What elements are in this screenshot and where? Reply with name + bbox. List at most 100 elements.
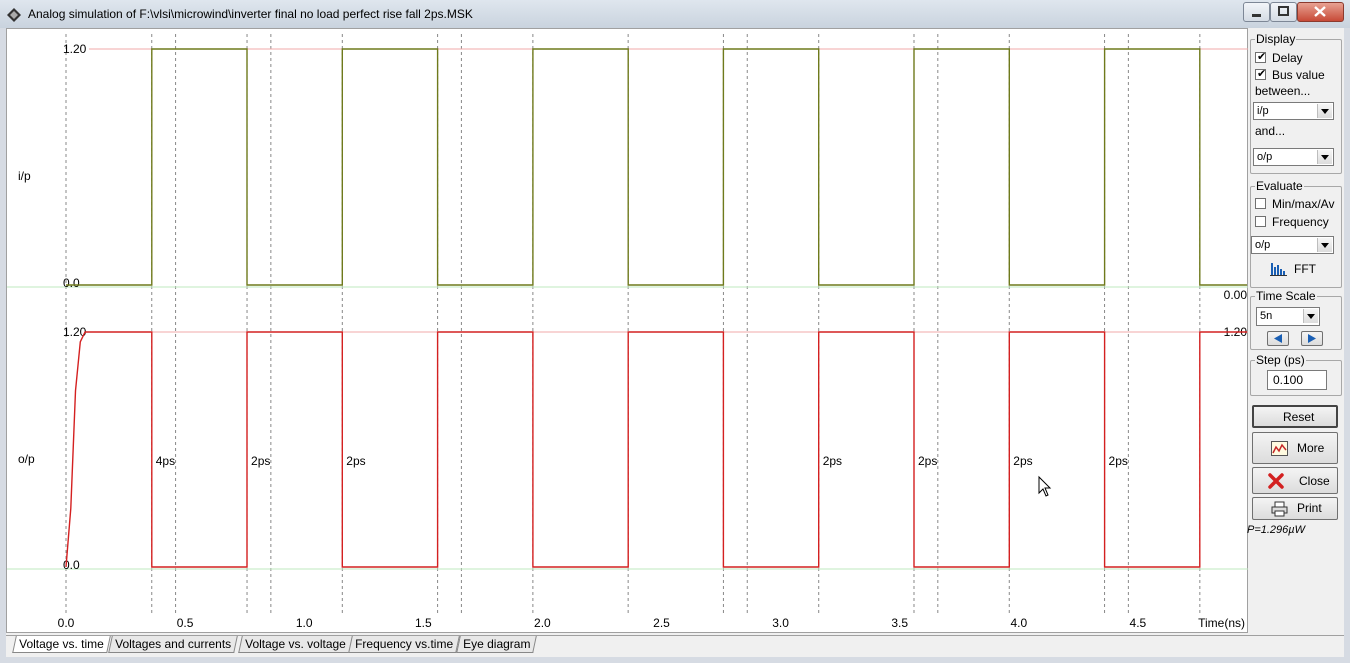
delay-annotation: 4ps	[156, 454, 175, 468]
x-tick-label: 4.0	[1010, 616, 1027, 630]
mouse-cursor-icon	[1038, 475, 1052, 497]
frequency-label: Frequency	[1272, 215, 1329, 229]
delay-annotation: 2ps	[823, 454, 842, 468]
display-group: Display ✔ Delay ✔ Bus value between... i…	[1250, 32, 1342, 174]
waveform-chart: 1.200.0i/p0.001.200.0o/p1.204ps 2ps 2ps 2ps…	[7, 34, 1249, 630]
delay-label: Delay	[1272, 51, 1303, 65]
step-group: Step (ps) 0.100	[1250, 353, 1342, 396]
x-tick-label: 1.5	[415, 616, 432, 630]
minimize-button[interactable]	[1243, 2, 1270, 22]
x-axis-label: Time(ns)	[1198, 616, 1245, 630]
tab-label: Eye diagram	[463, 637, 531, 651]
tab-bar: Voltage vs. time Voltages and currents V…	[6, 635, 1344, 656]
minmax-label: Min/max/Av	[1272, 197, 1335, 211]
x-tick-label: 2.0	[534, 616, 551, 630]
power-readout: P=1.296µW	[1247, 524, 1306, 536]
delay-annotation: 2ps	[346, 454, 365, 468]
step-group-label: Step (ps)	[1255, 353, 1306, 367]
y-tick-label: 1.20	[63, 42, 87, 56]
app-icon	[7, 8, 21, 22]
checkmark-icon: ✔	[1257, 51, 1267, 63]
display-group-label: Display	[1255, 32, 1297, 46]
x-tick-label: 3.5	[891, 616, 908, 630]
evaluate-group: Evaluate Min/max/Av Frequency o/p FFT	[1250, 179, 1342, 288]
maximize-icon	[1278, 6, 1289, 16]
signal-name-label: i/p	[18, 169, 31, 183]
between-select[interactable]: i/p	[1253, 102, 1334, 120]
close-window-button[interactable]	[1297, 2, 1344, 22]
minimize-icon	[1252, 14, 1261, 17]
client-area: 1.20 0.0 i/p 0.00 1.20 0.0 o/p 1.20 4ps 2ps 2ps 2ps…	[6, 28, 1344, 657]
tab-eye-diagram[interactable]: Eye diagram	[456, 636, 538, 653]
close-icon	[1314, 6, 1326, 17]
and-label: and...	[1255, 124, 1286, 138]
signal-name-label: o/p	[18, 452, 35, 466]
delay-annotation: 2ps	[918, 454, 937, 468]
x-tick-label: 3.0	[772, 616, 789, 630]
delay-annotation: 2ps	[251, 454, 270, 468]
tab-label: Voltage vs. voltage	[245, 637, 346, 651]
bus-value-label: Bus value	[1272, 68, 1325, 82]
delay-annotation: 2ps	[1013, 454, 1032, 468]
timescale-select-value: 5n	[1260, 310, 1273, 322]
x-tick-label: 0.5	[177, 616, 194, 630]
scroll-left-button[interactable]	[1267, 331, 1289, 346]
tab-frequency-vs-time[interactable]: Frequency vs.time	[348, 636, 460, 653]
reset-button[interactable]: Reset	[1252, 405, 1338, 428]
minmax-checkbox[interactable]	[1255, 198, 1266, 209]
dropdown-arrow-icon	[1303, 309, 1318, 323]
delay-checkbox[interactable]: ✔	[1255, 51, 1267, 63]
close-label: Close	[1299, 474, 1330, 488]
dropdown-arrow-icon	[1317, 150, 1332, 164]
x-tick-label: 4.5	[1130, 616, 1147, 630]
x-tick-label: 2.5	[653, 616, 670, 630]
chart-icon	[1271, 441, 1288, 456]
maximize-button[interactable]	[1270, 2, 1297, 22]
dropdown-arrow-icon	[1317, 104, 1332, 118]
checkmark-icon: ✔	[1257, 68, 1267, 80]
evaluate-signal-value: o/p	[1255, 239, 1271, 251]
step-input[interactable]: 0.100	[1267, 370, 1327, 390]
dropdown-arrow-icon	[1317, 238, 1332, 252]
control-panel: Display ✔ Delay ✔ Bus value between... i…	[1248, 28, 1344, 633]
close-button[interactable]: Close	[1252, 467, 1338, 494]
step-input-value: 0.100	[1273, 373, 1304, 387]
waveform-plot[interactable]: 1.20 0.0 i/p 0.00 1.20 0.0 o/p 1.20 4ps 2ps 2ps 2ps…	[6, 28, 1249, 633]
series-line-ip	[66, 48, 1247, 286]
timescale-select[interactable]: 5n	[1256, 307, 1320, 326]
printer-icon	[1271, 501, 1288, 517]
between-label: between...	[1255, 84, 1311, 98]
tab-voltage-vs-time[interactable]: Voltage vs. time	[12, 636, 111, 653]
fft-label: FFT	[1294, 262, 1316, 276]
right-value-label: 0.00	[1224, 288, 1248, 302]
fft-icon	[1270, 263, 1287, 276]
and-select-value: o/p	[1257, 151, 1273, 163]
between-select-value: i/p	[1257, 105, 1269, 117]
y-tick-label: 0.0	[63, 276, 80, 290]
x-tick-label: 1.0	[296, 616, 313, 630]
close-x-icon	[1268, 473, 1284, 489]
tab-voltage-vs-voltage[interactable]: Voltage vs. voltage	[238, 636, 353, 653]
reset-label: Reset	[1283, 410, 1315, 424]
arrow-right-icon	[1308, 334, 1316, 343]
tab-label: Voltage vs. time	[19, 637, 104, 651]
tab-voltages-and-currents[interactable]: Voltages and currents	[108, 636, 238, 653]
scroll-right-button[interactable]	[1301, 331, 1323, 346]
frequency-checkbox[interactable]	[1255, 216, 1266, 227]
print-button[interactable]: Print	[1252, 497, 1338, 520]
bus-value-checkbox[interactable]: ✔	[1255, 68, 1267, 80]
timescale-group: Time Scale 5n	[1250, 289, 1342, 350]
more-button[interactable]: More	[1252, 432, 1338, 464]
timescale-group-label: Time Scale	[1255, 289, 1317, 303]
tab-label: Voltages and currents	[115, 637, 232, 651]
more-label: More	[1297, 441, 1325, 455]
and-select[interactable]: o/p	[1253, 148, 1334, 166]
series-line-op	[65, 331, 1247, 568]
evaluate-signal-select[interactable]: o/p	[1251, 236, 1334, 254]
x-tick-label: 0.0	[58, 616, 75, 630]
tab-label: Frequency vs.time	[355, 637, 454, 651]
window-title: Analog simulation of F:\vlsi\microwind\i…	[28, 7, 473, 21]
arrow-left-icon	[1274, 334, 1282, 343]
delay-annotation: 2ps	[1109, 454, 1128, 468]
evaluate-group-label: Evaluate	[1255, 179, 1304, 193]
